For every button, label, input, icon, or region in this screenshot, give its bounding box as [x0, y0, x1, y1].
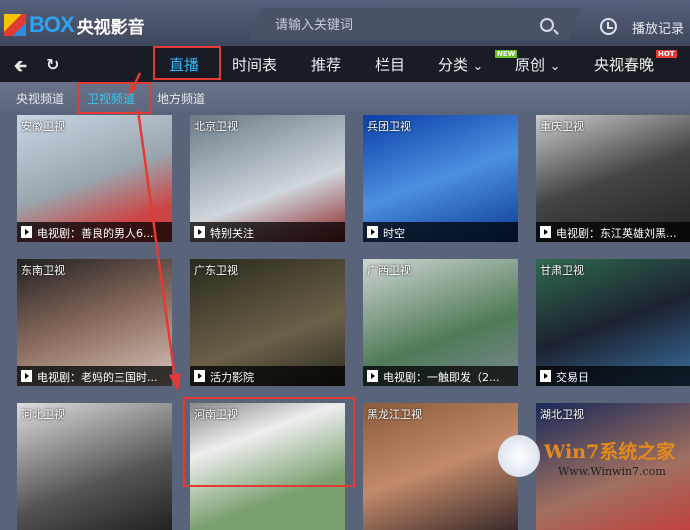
app-logo: BOX 央视影音	[4, 12, 145, 38]
channel-card[interactable]: 广西卫视 电视剧：一触即发（2...	[363, 259, 518, 386]
channel-name: 重庆卫视	[540, 120, 584, 133]
channel-card[interactable]: 河北卫视	[17, 403, 172, 530]
play-icon[interactable]	[367, 226, 378, 238]
nav-original[interactable]: 原创 ⌄	[515, 54, 560, 75]
search-icon[interactable]	[540, 18, 554, 32]
play-icon[interactable]	[540, 370, 551, 382]
watermark-url: Www.Winwin7.com	[558, 465, 666, 478]
channel-name: 湖北卫视	[540, 408, 584, 421]
logo-text: BOX	[29, 12, 75, 37]
program-bar: 电视剧：东江英雄刘黑...	[536, 222, 690, 242]
search-placeholder[interactable]: 请输入关键词	[275, 14, 353, 33]
program-bar: 电视剧：老妈的三国时...	[17, 366, 172, 386]
program-bar: 交易日	[536, 366, 690, 386]
tab-cctv[interactable]: 央视频道	[16, 90, 64, 107]
logo-mark-icon	[4, 14, 26, 36]
play-icon[interactable]	[194, 370, 205, 382]
channel-card[interactable]: 甘肃卫视 交易日	[536, 259, 690, 386]
channel-thumbnail	[17, 403, 172, 530]
highlight-box	[153, 46, 221, 80]
channel-name: 北京卫视	[194, 120, 238, 133]
channel-name: 广西卫视	[367, 264, 411, 277]
channel-name: 黑龙江卫视	[367, 408, 422, 421]
play-icon[interactable]	[367, 370, 378, 382]
channel-name: 广东卫视	[194, 264, 238, 277]
channel-name: 兵团卫视	[367, 120, 411, 133]
play-icon[interactable]	[194, 226, 205, 238]
channel-card[interactable]: 广东卫视 活力影院	[190, 259, 345, 386]
channel-card[interactable]: 黑龙江卫视	[363, 403, 518, 530]
refresh-icon[interactable]: ↻	[46, 55, 59, 74]
nav-category-label: 分类	[438, 56, 469, 74]
channel-card[interactable]: 东南卫视 电视剧：老妈的三国时...	[17, 259, 172, 386]
program-title: 活力影院	[210, 371, 254, 384]
history-button[interactable]: 播放记录	[632, 18, 684, 37]
program-title: 电视剧：老妈的三国时...	[37, 371, 158, 384]
program-bar: 电视剧：善良的男人6...	[17, 222, 172, 242]
program-bar: 时空	[363, 222, 518, 242]
program-title: 电视剧：一触即发（2...	[383, 371, 500, 384]
program-bar: 电视剧：一触即发（2...	[363, 366, 518, 386]
nav-schedule[interactable]: 时间表	[232, 54, 277, 75]
channel-thumbnail	[363, 403, 518, 530]
channel-name: 安徽卫视	[21, 120, 65, 133]
channel-name: 甘肃卫视	[540, 264, 584, 277]
nav-recommend[interactable]: 推荐	[311, 54, 341, 75]
program-title: 交易日	[556, 371, 589, 384]
program-title: 电视剧：东江英雄刘黑...	[556, 227, 677, 240]
channel-card[interactable]: 兵团卫视 时空	[363, 115, 518, 242]
channel-name: 河北卫视	[21, 408, 65, 421]
program-bar: 特别关注	[190, 222, 345, 242]
channel-card[interactable]: 重庆卫视 电视剧：东江英雄刘黑...	[536, 115, 690, 242]
program-bar: 活力影院	[190, 366, 345, 386]
tab-local[interactable]: 地方频道	[157, 90, 205, 107]
channel-card[interactable]: 安徽卫视 电视剧：善良的男人6...	[17, 115, 172, 242]
highlight-box	[77, 82, 151, 114]
hot-badge: HOT	[656, 50, 677, 58]
watermark-title: Win7系统之家	[544, 441, 676, 463]
nav-category[interactable]: 分类 ⌄	[438, 54, 483, 75]
program-title: 特别关注	[210, 227, 254, 240]
logo-cn-text: 央视影音	[76, 17, 145, 38]
program-title: 时空	[383, 227, 405, 240]
chevron-down-icon: ⌄	[549, 58, 561, 73]
chevron-down-icon: ⌄	[472, 58, 484, 73]
play-icon[interactable]	[21, 370, 32, 382]
program-title: 电视剧：善良的男人6...	[37, 227, 154, 240]
watermark: Win7系统之家 Www.Winwin7.com	[498, 435, 688, 485]
play-icon[interactable]	[21, 226, 32, 238]
clock-icon[interactable]	[600, 18, 617, 35]
channel-name: 东南卫视	[21, 264, 65, 277]
play-icon[interactable]	[540, 226, 551, 238]
back-icon[interactable]: 🡰	[14, 55, 27, 82]
channel-card[interactable]: 北京卫视 特别关注	[190, 115, 345, 242]
nav-gala[interactable]: 央视春晚	[594, 54, 654, 75]
nav-original-label: 原创	[515, 56, 546, 74]
nav-columns[interactable]: 栏目	[375, 54, 405, 75]
windows-logo-icon	[498, 435, 540, 477]
highlight-box	[183, 397, 355, 487]
main-nav: 🡰 ↻ 直播 时间表 推荐 栏目 分类 ⌄ NEW 原创 ⌄ 央视春晚 HOT	[0, 46, 690, 82]
